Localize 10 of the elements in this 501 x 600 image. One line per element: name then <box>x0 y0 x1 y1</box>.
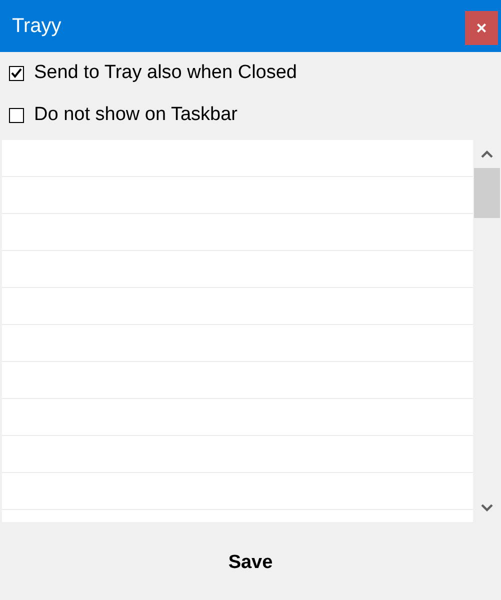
window-title: Trayy <box>12 14 62 38</box>
save-button[interactable]: Save <box>214 546 287 580</box>
checkbox[interactable] <box>9 66 24 80</box>
scroll-up-icon[interactable] <box>481 150 493 158</box>
scroll-down-icon[interactable] <box>481 504 493 512</box>
close-button[interactable]: × <box>465 11 498 45</box>
checkbox-label[interactable]: Do not show on Taskbar <box>34 104 238 126</box>
scroll-thumb[interactable] <box>474 168 500 218</box>
checkbox-label[interactable]: Send to Tray also when Closed <box>34 62 297 84</box>
checkbox[interactable] <box>9 108 24 122</box>
